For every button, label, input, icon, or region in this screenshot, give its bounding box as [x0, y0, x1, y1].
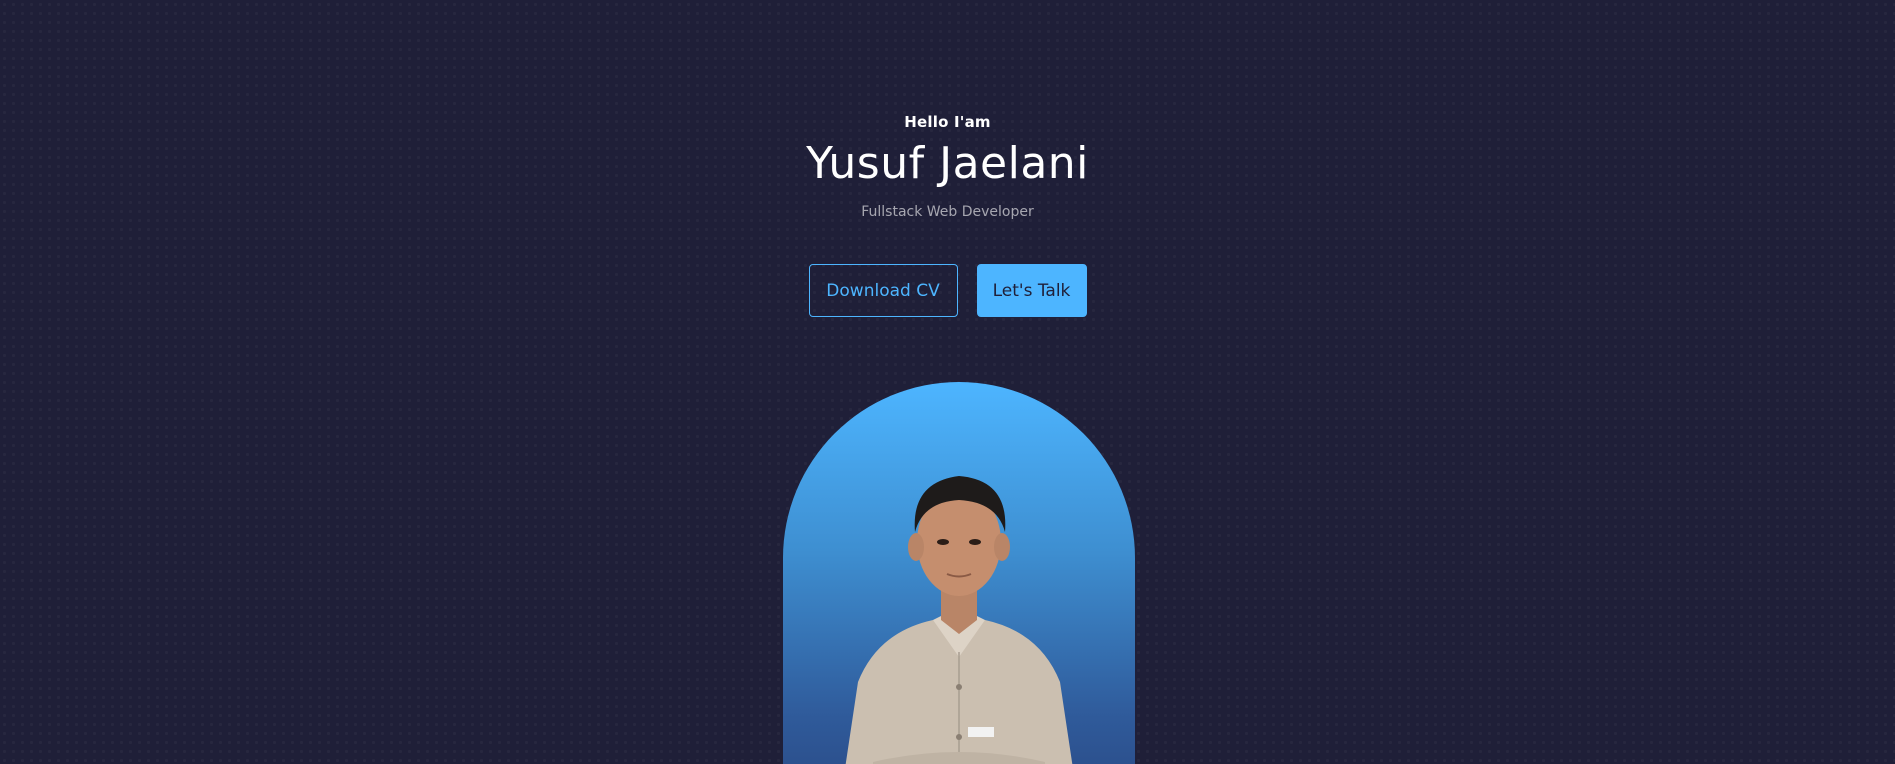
lets-talk-button[interactable]: Let's Talk: [976, 264, 1087, 317]
download-cv-button[interactable]: Download CV: [808, 264, 958, 317]
hero-section: Hello I'am Yusuf Jaelani Fullstack Web D…: [0, 0, 1895, 764]
person-portrait-icon: [845, 476, 1073, 764]
hero-role: Fullstack Web Developer: [861, 204, 1034, 220]
greeting-text: Hello I'am: [904, 113, 991, 131]
cta-buttons: Download CV Let's Talk: [0, 264, 1895, 317]
hero-name: Yusuf Jaelani: [806, 138, 1089, 189]
portrait-frame: [783, 382, 1135, 764]
